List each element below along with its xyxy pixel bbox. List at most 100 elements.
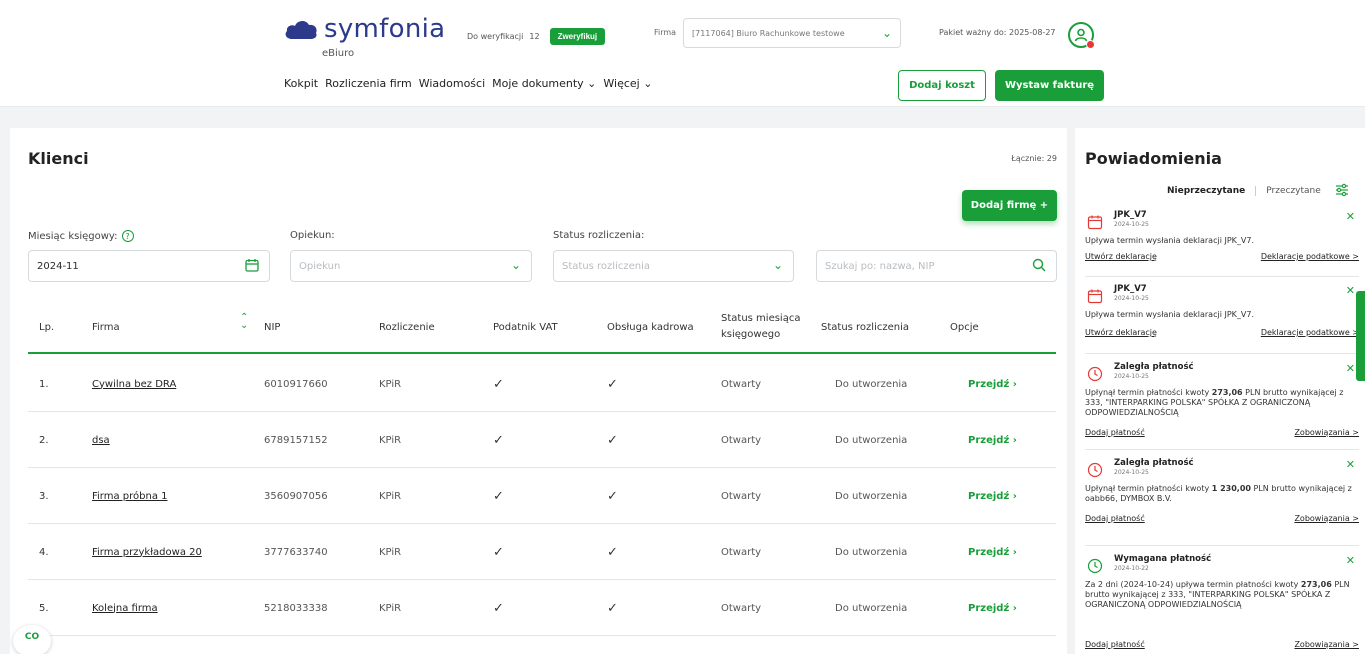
issue-invoice-button[interactable]: Wystaw fakturę <box>995 70 1104 101</box>
close-icon[interactable]: ✕ <box>1346 362 1355 375</box>
caretaker-placeholder: Opiekun <box>299 260 341 272</box>
close-icon[interactable]: ✕ <box>1346 210 1355 223</box>
search-input[interactable]: Szukaj po: nazwa, NIP <box>816 250 1057 282</box>
go-button[interactable]: Przejdź › <box>968 468 1017 524</box>
notification-card: Wymagana płatność 2024-10-22 ✕ Za 2 dni … <box>1085 554 1359 654</box>
calendar-icon[interactable] <box>245 258 259 275</box>
row-status-miesiaca: Otwarty <box>721 602 762 614</box>
add-cost-button[interactable]: Dodaj koszt <box>898 70 986 101</box>
notification-title: Zaległa płatność <box>1114 458 1194 468</box>
notification-date: 2024-10-25 <box>1114 295 1149 302</box>
col-firma[interactable]: Firma <box>92 302 120 352</box>
nav-rozliczenia-firm[interactable]: Rozliczenia firm <box>325 77 412 90</box>
notification-title: Zaległa płatność <box>1114 362 1194 372</box>
nav-moje-dokumenty[interactable]: Moje dokumenty ⌄ <box>492 77 596 90</box>
row-firma-link[interactable]: Firma przykładowa 20 <box>92 524 202 580</box>
go-button-label: Przejdź <box>968 490 1010 502</box>
row-lp: 3. <box>39 490 49 502</box>
firma-label: Firma <box>654 28 677 37</box>
notification-date: 2024-10-25 <box>1114 373 1149 380</box>
table-row: 5. Kolejna firma 5218033338 KPiR ✓ ✓ Otw… <box>28 580 1056 636</box>
notification-text: Upływa termin wysłania deklaracji JPK_V7… <box>1085 236 1254 245</box>
row-rozliczenie: KPiR <box>379 602 402 614</box>
go-button-label: Przejdź <box>968 434 1010 446</box>
close-icon[interactable]: ✕ <box>1346 284 1355 297</box>
check-icon: ✓ <box>607 600 618 616</box>
add-firm-button[interactable]: Dodaj firmę + <box>962 190 1057 221</box>
nav-wiecej[interactable]: Więcej ⌄ <box>603 77 652 90</box>
notification-links: Utwórz deklarację Deklaracje podatkowe > <box>1085 328 1359 337</box>
close-icon[interactable]: ✕ <box>1346 554 1355 567</box>
col-status-rozliczenia: Status rozliczenia <box>821 321 910 333</box>
go-button[interactable]: Przejdź › <box>968 580 1017 636</box>
add-payment-link[interactable]: Dodaj płatność <box>1085 640 1145 649</box>
row-status-miesiaca: Otwarty <box>721 546 762 558</box>
row-lp: 4. <box>39 546 49 558</box>
add-payment-link[interactable]: Dodaj płatność <box>1085 428 1145 437</box>
liabilities-link[interactable]: Zobowiązania > <box>1294 514 1359 523</box>
help-icon[interactable]: ? <box>121 230 134 242</box>
row-nip: 6010917660 <box>264 378 328 390</box>
calendar-alert-icon <box>1087 214 1103 232</box>
row-firma-link[interactable]: Firma próbna 1 <box>92 468 168 524</box>
chevron-right-icon: › <box>1009 378 1017 390</box>
row-firma-link[interactable]: Cywilna bez DRA <box>92 356 176 412</box>
tab-unread[interactable]: Nieprzeczytane <box>1167 186 1245 196</box>
notification-amount: 273,06 <box>1211 388 1243 397</box>
row-firma-link[interactable]: dsa <box>92 412 110 468</box>
liabilities-link[interactable]: Zobowiązania > <box>1294 428 1359 437</box>
filter-settings-icon[interactable] <box>1335 183 1349 201</box>
caretaker-select[interactable]: Opiekun ⌄ <box>290 250 532 282</box>
create-declaration-link[interactable]: Utwórz deklarację <box>1085 328 1157 337</box>
row-nip: 3777633740 <box>264 546 328 558</box>
search-icon[interactable] <box>1032 258 1046 275</box>
firma-select[interactable]: [7117064] Biuro Rachunkowe testowe ⌄ <box>683 18 901 48</box>
tax-declarations-link[interactable]: Deklaracje podatkowe > <box>1261 328 1359 337</box>
col-kadrowa: Obsługa kadrowa <box>607 321 694 333</box>
notification-card: Zaległa płatność 2024-10-25 ✕ Upłynął te… <box>1085 362 1359 450</box>
clock-icon <box>1087 558 1103 576</box>
go-button[interactable]: Przejdź › <box>968 412 1017 468</box>
col-opcje: Opcje <box>950 321 979 333</box>
add-payment-link[interactable]: Dodaj płatność <box>1085 514 1145 523</box>
close-icon[interactable]: ✕ <box>1346 458 1355 471</box>
liabilities-link[interactable]: Zobowiązania > <box>1294 640 1359 649</box>
month-label: Miesiąc księgowy: ? <box>28 230 134 242</box>
check-icon: ✓ <box>493 600 504 616</box>
total-count: Łącznie: 29 <box>1011 154 1057 163</box>
notification-card: JPK_V7 2024-10-25 ✕ Upływa termin wysłan… <box>1085 284 1359 354</box>
main-nav: Kokpit Rozliczenia firm Wiadomości Moje … <box>284 77 652 90</box>
table-header: Lp. Firma ⌃ ⌄ NIP Rozliczenie Podatnik VA… <box>28 302 1056 354</box>
nav-wiadomosci[interactable]: Wiadomości <box>419 77 485 90</box>
notification-card: Zaległa płatność 2024-10-25 ✕ Upłynął te… <box>1085 458 1359 546</box>
go-button[interactable]: Przejdź › <box>968 356 1017 412</box>
sort-icon[interactable]: ⌃ ⌄ <box>240 313 248 331</box>
row-rozliczenie: KPiR <box>379 546 402 558</box>
col-vat: Podatnik VAT <box>493 321 558 333</box>
notification-text: Upływa termin wysłania deklaracji JPK_V7… <box>1085 310 1254 319</box>
side-feedback-tab[interactable] <box>1356 291 1365 381</box>
chat-badge-button[interactable]: CO <box>13 625 51 654</box>
col-rozliczenie: Rozliczenie <box>379 321 435 333</box>
table-row: 1. Cywilna bez DRA 6010917660 KPiR ✓ ✓ O… <box>28 356 1056 412</box>
go-button[interactable]: Przejdź › <box>968 524 1017 580</box>
chevron-right-icon: › <box>1009 434 1017 446</box>
tab-read[interactable]: Przeczytane <box>1255 186 1321 196</box>
month-input[interactable]: 2024-11 <box>28 250 270 282</box>
clock-alert-icon <box>1087 462 1103 480</box>
chevron-right-icon: › <box>1009 490 1017 502</box>
status-placeholder: Status rozliczenia <box>562 260 651 272</box>
notification-links: Dodaj płatność Zobowiązania > <box>1085 514 1359 523</box>
notification-title: JPK_V7 <box>1114 210 1147 220</box>
tax-declarations-link[interactable]: Deklaracje podatkowe > <box>1261 252 1359 261</box>
verify-button[interactable]: Zweryfikuj <box>549 28 606 45</box>
row-firma-link[interactable]: Kolejna firma <box>92 580 158 636</box>
row-status-rozliczenia: Do utworzenia <box>835 378 908 390</box>
status-select[interactable]: Status rozliczenia ⌄ <box>553 250 794 282</box>
create-declaration-link[interactable]: Utwórz deklarację <box>1085 252 1157 261</box>
notification-title: JPK_V7 <box>1114 284 1147 294</box>
symfonia-logo[interactable]: symfonia <box>284 14 445 44</box>
nav-kokpit[interactable]: Kokpit <box>284 77 318 90</box>
col-nip: NIP <box>264 321 281 333</box>
user-avatar[interactable] <box>1068 22 1095 49</box>
